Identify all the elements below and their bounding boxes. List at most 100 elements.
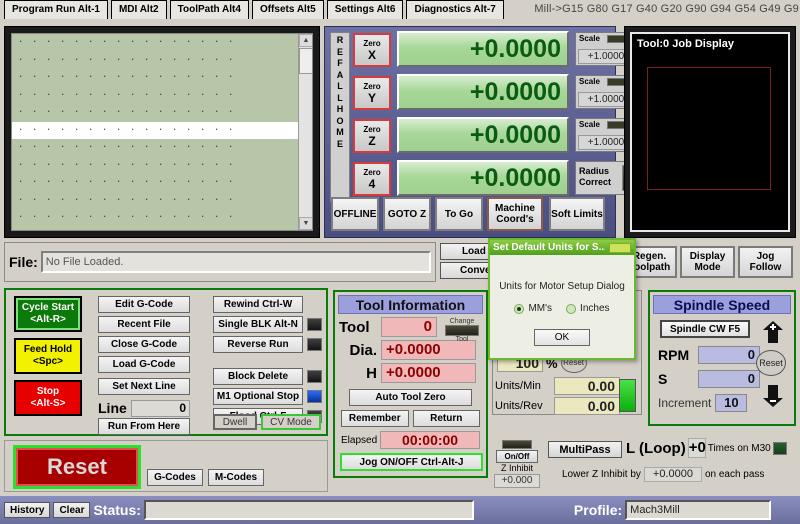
soft-limits-button[interactable]: Soft Limits [549,197,605,231]
gcode-line[interactable]: · · · · · · · · · · · · · · · · [12,139,312,157]
jog-onoff-button[interactable]: Jog ON/OFF Ctrl-Alt-J [340,453,483,471]
zero-z-button[interactable]: Zero Z [353,119,391,153]
auto-tool-zero-button[interactable]: Auto Tool Zero [349,389,472,406]
single-block-button[interactable]: Single BLK Alt-N [213,316,303,333]
tab-mdi[interactable]: MDI Alt2 [111,0,167,19]
change-tool-button[interactable]: Change Tool [442,318,482,346]
gcode-line[interactable]: · · · · · · · · · · · · · · · · [12,34,312,52]
radio-mm-label: MM's [528,303,552,314]
run-from-here-button[interactable]: Run From Here [98,418,190,435]
tab-program-run[interactable]: Program Run Alt-1 [4,0,108,19]
multipass-button[interactable]: MultiPass [548,441,622,458]
dro-x-value[interactable]: +0.0000 [397,31,569,67]
cv-mode-button[interactable]: CV Mode [261,414,321,430]
jog-follow-button[interactable]: Jog Follow [738,246,793,278]
dialog-close-icon[interactable] [609,243,631,253]
line-label: Line [98,400,127,416]
gcode-line[interactable]: · · · · · · · · · · · · · · · · [12,174,312,192]
dro-4-value[interactable]: +0.0000 [397,160,569,196]
offline-button[interactable]: OFFLINE [331,197,379,231]
scroll-up-icon[interactable]: ▲ [299,34,313,47]
machine-coords-button[interactable]: Machine Coord's [487,197,543,231]
goto-z-button[interactable]: GOTO Z [383,197,431,231]
spindle-increase-arrow-icon[interactable] [758,320,788,344]
m1-optional-stop-button[interactable]: M1 Optional Stop [213,388,303,405]
dro-y-value[interactable]: +0.0000 [397,74,569,110]
reset-label: Reset [16,448,138,486]
units-min-value[interactable]: 0.00 [554,377,620,395]
job-display-canvas[interactable]: Tool:0 Job Display [630,32,790,232]
units-rev-value[interactable]: 0.00 [554,397,620,415]
gcode-line[interactable]: · · · · · · · · · · · · · · · · [12,87,312,105]
dro-z-value[interactable]: +0.0000 [397,117,569,153]
cycle-start-button[interactable]: Cycle Start <Alt-R> [14,296,82,332]
line-value[interactable]: 0 [131,400,190,417]
radio-inches-icon[interactable] [566,304,576,314]
block-delete-button[interactable]: Block Delete [213,368,303,385]
gcode-line[interactable]: · · · · · · · · · · · · · · · · [12,157,312,175]
z-inhibit-value[interactable]: +0.000 [494,474,540,488]
tab-toolpath[interactable]: ToolPath Alt4 [170,0,249,19]
radio-mm[interactable]: MM's [514,303,552,314]
return-button[interactable]: Return [413,410,481,427]
change-tool-label2: Tool [442,336,482,343]
recent-file-button[interactable]: Recent File [98,316,190,333]
gcode-scrollbar[interactable]: ▲ ▼ [298,34,312,230]
set-next-line-button[interactable]: Set Next Line [98,378,190,395]
z-inhibit-onoff-button[interactable]: On/Off [496,450,538,463]
zero-y-button[interactable]: Zero Y [353,76,391,110]
radio-inches[interactable]: Inches [566,303,609,314]
to-go-button[interactable]: To Go [435,197,483,231]
close-gcode-button[interactable]: Close G-Code [98,336,190,353]
gcode-list[interactable]: · · · · · · · · · · · · · · · ·· · · · ·… [11,33,313,231]
spindle-decrease-arrow-icon[interactable] [758,384,788,408]
spindle-cw-button[interactable]: Spindle CW F5 [660,320,750,338]
gcode-line[interactable]: · · · · · · · · · · · · · · · · [12,104,312,122]
lower-z-value[interactable]: +0.0000 [644,467,702,482]
lower-z-inhibit-row: Lower Z Inhibit by +0.0000 on each pass [562,467,764,482]
zero-x-button[interactable]: Zero X [353,33,391,67]
gcode-line[interactable]: · · · · · · · · · · · · · · · · [12,209,312,227]
gcode-line[interactable]: · · · · · · · · · · · · · · · · [12,69,312,87]
scroll-down-icon[interactable]: ▼ [299,217,313,230]
reverse-run-button[interactable]: Reverse Run [213,336,303,353]
g-codes-button[interactable]: G-Codes [147,469,203,486]
reset-area: Reset G-Codes M-Codes [4,440,328,492]
radio-mm-icon[interactable] [514,304,524,314]
m-codes-button[interactable]: M-Codes [208,469,264,486]
gcode-line[interactable]: · · · · · · · · · · · · · · · · [12,192,312,210]
spindle-reset-button[interactable]: Reset [756,350,786,376]
h-value[interactable]: +0.0000 [381,363,476,383]
increment-label: Increment [658,396,711,410]
increment-value[interactable]: 10 [715,394,747,412]
scroll-thumb[interactable] [299,48,313,74]
dwell-button[interactable]: Dwell [213,414,257,430]
rewind-button[interactable]: Rewind Ctrl-W [213,296,303,313]
tab-offsets[interactable]: Offsets Alt5 [252,0,324,19]
gcode-line[interactable]: · · · · · · · · · · · · · · · · [12,52,312,70]
stop-button[interactable]: Stop <Alt-S> [14,380,82,416]
gcode-line[interactable]: · · · · · · · · · · · · · · · · [12,122,312,140]
tab-settings[interactable]: Settings Alt6 [327,0,404,19]
zero-4-button[interactable]: Zero 4 [353,162,391,196]
gcode-list-panel: · · · · · · · · · · · · · · · ·· · · · ·… [4,26,320,238]
tool-label: Tool [339,319,381,336]
edit-gcode-button[interactable]: Edit G-Code [98,296,190,313]
remember-button[interactable]: Remember [341,410,409,427]
loop-value[interactable]: +0 [688,438,706,458]
history-button[interactable]: History [4,502,50,518]
rpm-value[interactable]: 0 [698,346,760,364]
ref-all-home-button[interactable]: REFALLHOME [330,32,350,202]
display-mode-button[interactable]: Display Mode [680,246,735,278]
file-name-field[interactable]: No File Loaded. [41,251,431,273]
axis-y-letter: Y [355,92,389,105]
reset-button[interactable]: Reset [13,445,141,489]
s-value[interactable]: 0 [698,370,760,388]
clear-button[interactable]: Clear [53,502,90,518]
feed-hold-button[interactable]: Feed Hold <Spc> [14,338,82,374]
dialog-ok-button[interactable]: OK [534,329,590,346]
load-gcode-button[interactable]: Load G-Code [98,356,190,373]
tool-number-value[interactable]: 0 [381,317,437,337]
status-bar: History Clear Status: Profile: Mach3Mill [0,496,800,524]
dialog-title-bar[interactable]: Set Default Units for S... [490,240,634,255]
